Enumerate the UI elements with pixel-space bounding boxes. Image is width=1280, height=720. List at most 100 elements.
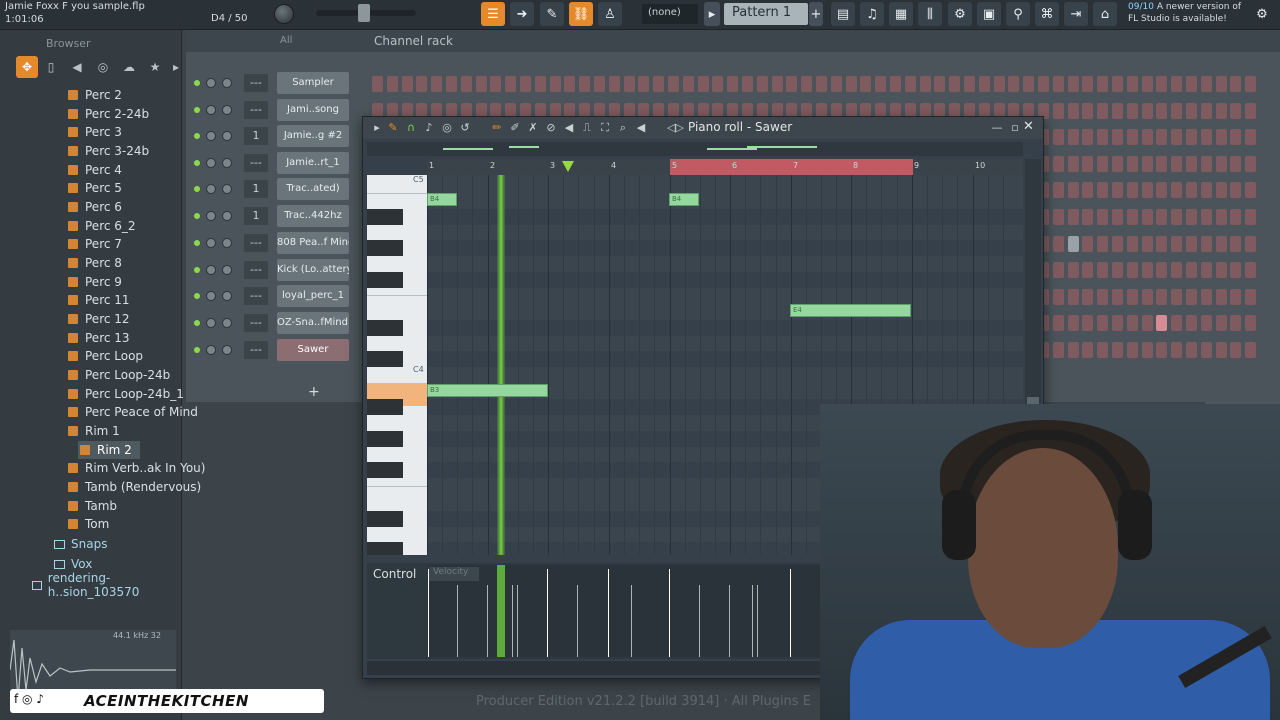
step-button[interactable] (1038, 76, 1049, 92)
step-button[interactable] (1186, 209, 1197, 225)
pan-knob[interactable] (206, 131, 216, 141)
browser-filter-icon[interactable]: ✥ (16, 56, 38, 78)
step-button[interactable] (1171, 315, 1183, 332)
browser-icon[interactable]: ▣ (977, 2, 1001, 26)
step-button[interactable] (786, 76, 798, 92)
mute-led[interactable] (194, 133, 200, 139)
step-button[interactable] (1186, 315, 1197, 332)
step-button[interactable] (1126, 235, 1138, 252)
step-button[interactable] (890, 76, 901, 92)
step-button[interactable] (1082, 262, 1094, 279)
step-button[interactable] (1171, 342, 1183, 358)
step-button[interactable] (816, 76, 827, 92)
plugin-db-icon[interactable]: ◎ (92, 56, 114, 78)
step-button[interactable] (1200, 342, 1212, 358)
mute-led[interactable] (194, 240, 200, 246)
velocity-bar[interactable] (757, 585, 758, 657)
browser-item[interactable]: Tamb (Rendervous) (68, 478, 201, 496)
pan-knob[interactable] (206, 211, 216, 221)
step-button[interactable] (1230, 342, 1242, 358)
step-button[interactable] (1141, 182, 1153, 199)
step-button[interactable] (1245, 262, 1257, 279)
step-button[interactable] (1230, 209, 1242, 225)
pan-knob[interactable] (206, 184, 216, 194)
step-button[interactable] (1200, 129, 1212, 146)
paint-tool-icon[interactable]: ✐ (507, 120, 523, 136)
mute-led[interactable] (194, 107, 200, 113)
browser-item[interactable]: Perc 11 (68, 291, 130, 309)
step-button[interactable] (431, 76, 443, 92)
step-button[interactable] (1230, 76, 1242, 92)
channel-name-button[interactable]: Jami..song (277, 99, 349, 121)
step-button[interactable] (1126, 288, 1138, 305)
volume-knob[interactable] (222, 318, 232, 328)
step-button[interactable] (1156, 262, 1168, 279)
black-key[interactable] (367, 320, 403, 336)
step-button[interactable] (1067, 342, 1079, 358)
mute-led[interactable] (194, 320, 200, 326)
step-button[interactable] (978, 76, 990, 92)
volume-knob[interactable] (222, 131, 232, 141)
step-button[interactable] (1230, 129, 1242, 146)
step-button[interactable] (1126, 209, 1138, 225)
pan-knob[interactable] (206, 345, 216, 355)
mute-led[interactable] (194, 293, 200, 299)
step-button[interactable] (668, 76, 679, 92)
wrench-icon[interactable]: ✎ (385, 120, 401, 136)
velocity-bar[interactable] (669, 569, 670, 657)
step-button[interactable] (1245, 155, 1257, 172)
speaker-icon[interactable]: ◀ (66, 56, 88, 78)
channel-rack-icon[interactable]: ▦ (889, 2, 913, 26)
step-button[interactable] (1008, 76, 1020, 92)
channel-row[interactable]: --- 808 Pea..f Mind (186, 232, 362, 254)
step-button[interactable] (1230, 262, 1242, 279)
step-button[interactable] (520, 76, 531, 92)
step-button[interactable] (801, 76, 813, 92)
mixer-track[interactable]: --- (244, 261, 268, 279)
mute-led[interactable] (194, 213, 200, 219)
step-button[interactable] (727, 76, 739, 92)
black-key[interactable] (367, 399, 403, 415)
step-button[interactable] (1112, 129, 1123, 146)
step-button[interactable] (1052, 288, 1064, 305)
browser-item[interactable]: Rim Verb..ak In You) (68, 459, 205, 477)
step-button[interactable] (505, 76, 517, 92)
browser-item[interactable]: Tom (68, 515, 109, 533)
step-button[interactable] (1200, 235, 1212, 252)
draw-tool-icon[interactable]: ✏ (489, 120, 505, 136)
step-button[interactable] (579, 76, 591, 92)
browser-item[interactable]: Perc 2-24b (68, 105, 149, 123)
pan-knob[interactable] (206, 318, 216, 328)
playhead[interactable] (497, 175, 505, 555)
browser-item[interactable]: Perc 3 (68, 123, 122, 141)
step-button[interactable] (949, 76, 961, 92)
velocity-bar[interactable] (631, 585, 632, 657)
step-button[interactable] (1215, 235, 1227, 252)
channel-name-button[interactable]: Jamie..rt_1 (277, 152, 349, 174)
step-button[interactable] (1141, 129, 1153, 146)
plug-icon[interactable]: ⚲ (1006, 2, 1030, 26)
step-button[interactable] (682, 76, 694, 92)
step-button[interactable] (919, 76, 931, 92)
step-button[interactable] (1097, 315, 1109, 332)
channel-row[interactable]: 1 Trac..ated) (186, 178, 362, 200)
channel-row[interactable]: --- Sawer (186, 339, 362, 361)
step-button[interactable] (534, 76, 546, 92)
step-button[interactable] (1200, 102, 1212, 119)
step-button[interactable] (1171, 209, 1183, 225)
step-button[interactable] (1215, 315, 1227, 332)
pattern-song-toggle-icon[interactable]: ☰ (481, 2, 505, 26)
mixer-track[interactable]: --- (244, 287, 268, 305)
channel-name-button[interactable]: Trac..ated) (277, 178, 349, 200)
mute-led[interactable] (194, 267, 200, 273)
step-button[interactable] (490, 76, 502, 92)
step-button[interactable] (1097, 288, 1109, 305)
step-button[interactable] (1215, 209, 1227, 225)
play-pattern-icon[interactable]: ▸ (704, 2, 720, 26)
update-notification[interactable]: 09/10 A newer version of FL Studio is av… (1128, 1, 1241, 25)
step-button[interactable] (1023, 76, 1035, 92)
step-button[interactable] (1126, 76, 1138, 92)
mixer-track[interactable]: 1 (244, 180, 268, 198)
step-button[interactable] (1052, 102, 1064, 119)
step-button[interactable] (1141, 155, 1153, 172)
